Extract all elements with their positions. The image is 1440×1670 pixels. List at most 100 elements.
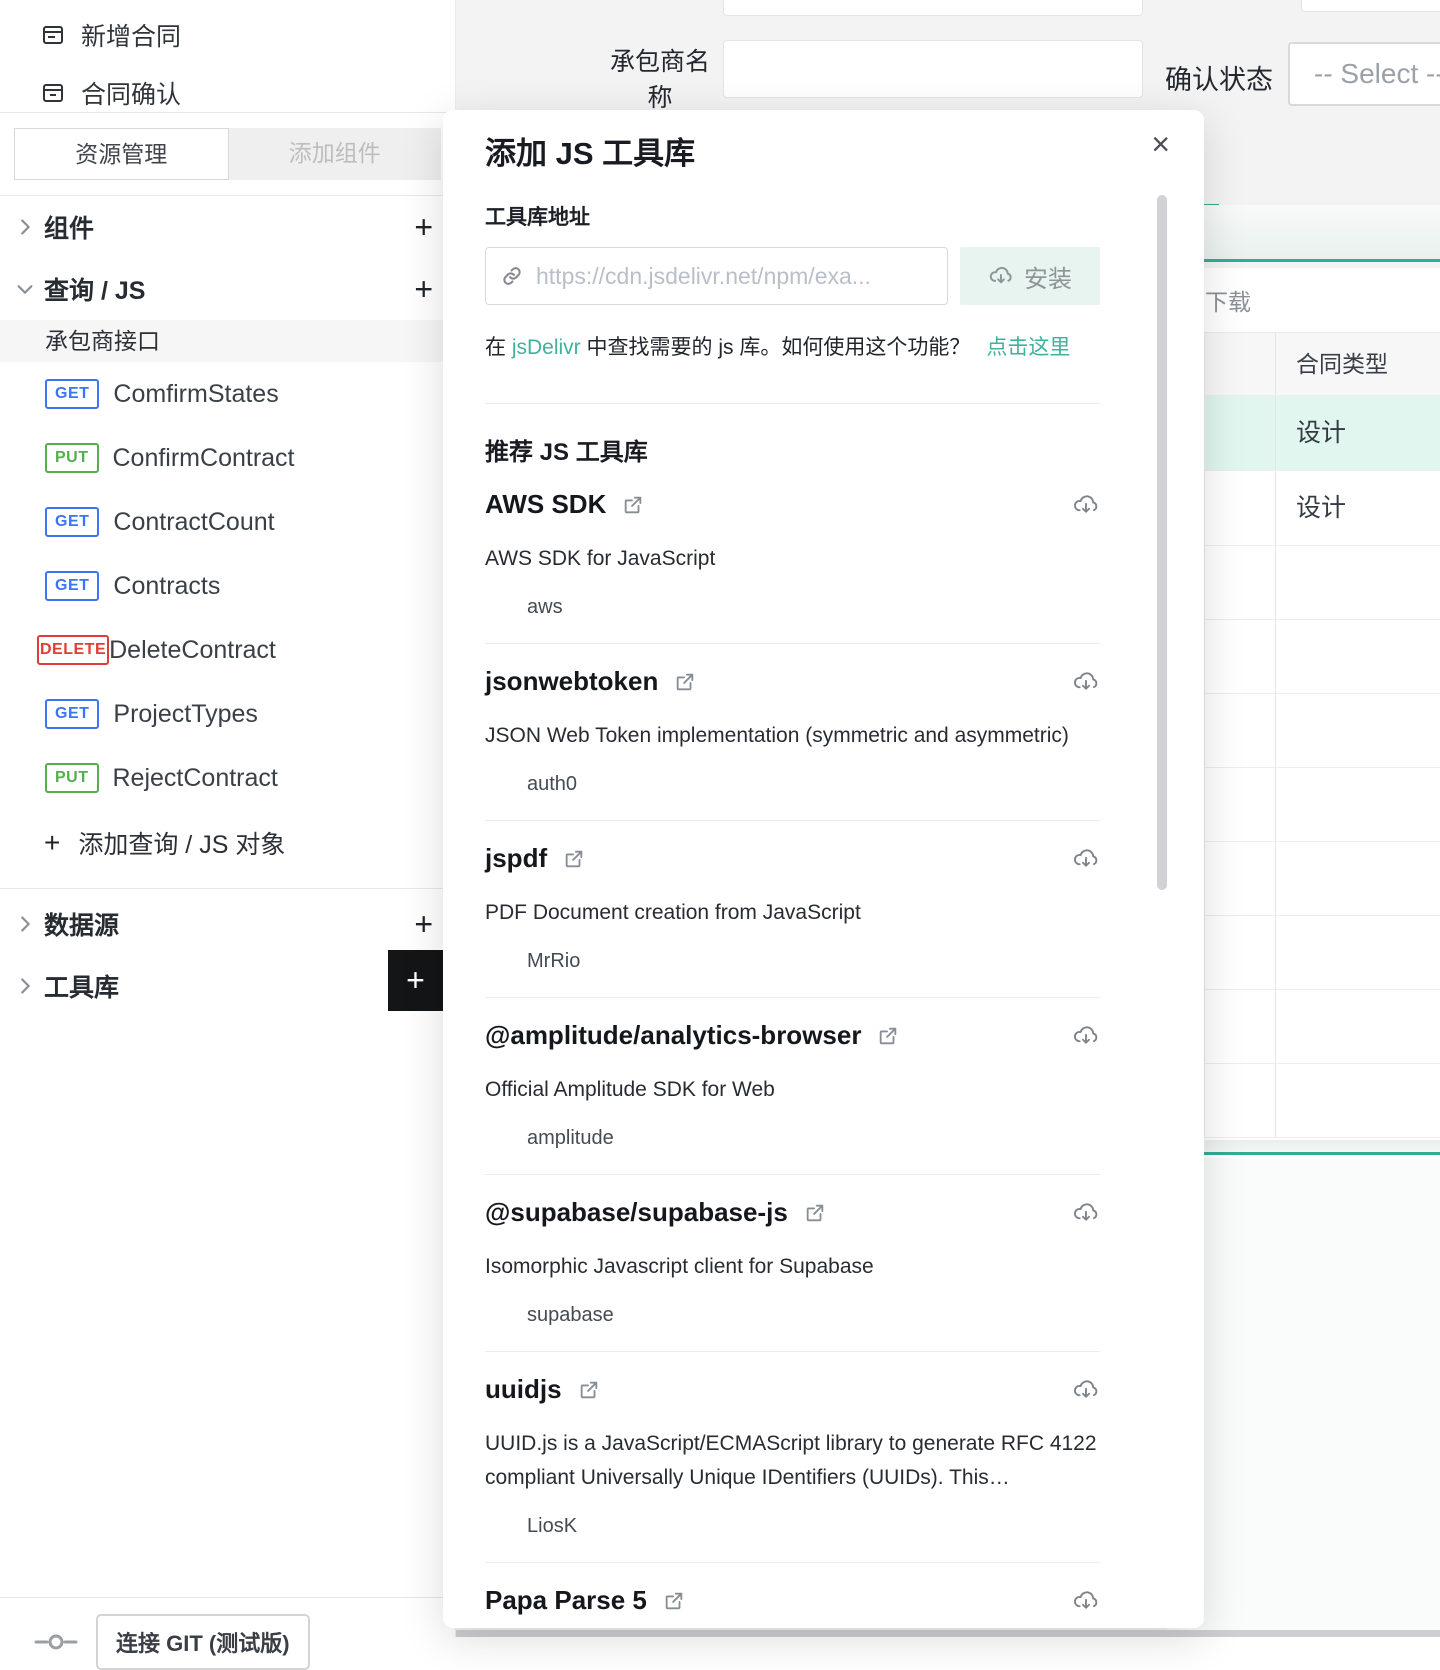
download-library-icon[interactable] <box>1072 668 1100 696</box>
contractor-name-input[interactable] <box>723 40 1143 98</box>
add-query-plus-icon[interactable]: + <box>414 273 433 305</box>
add-datasource-plus-icon[interactable]: + <box>414 908 433 940</box>
library-description: AWS SDK for JavaScript <box>485 547 716 570</box>
external-link-icon[interactable] <box>877 1025 899 1047</box>
method-badge-put: PUT <box>45 763 99 793</box>
tab-add-component[interactable]: 添加组件 <box>229 128 442 180</box>
contractor-name-label: 承包商名称 <box>609 48 710 112</box>
api-name: ProjectTypes <box>113 699 258 728</box>
confirm-state-label: 确认状态 <box>1165 65 1273 95</box>
library-url-label: 工具库地址 <box>485 206 590 229</box>
chevron-right-icon <box>10 913 40 935</box>
table-row[interactable] <box>1205 693 1440 767</box>
table-row[interactable] <box>1205 545 1440 619</box>
library-url-input[interactable]: https://cdn.jsdelivr.net/npm/exa... <box>485 247 948 305</box>
section-label: 数据源 <box>44 912 120 940</box>
api-item[interactable]: DELETE DeleteContract <box>0 618 455 682</box>
api-item[interactable]: GET Contracts <box>0 554 455 618</box>
cloud-download-icon <box>988 263 1014 289</box>
table-header-empty-cell <box>1205 333 1275 395</box>
modal-title: 添加 JS 工具库 <box>485 136 696 171</box>
download-library-icon[interactable] <box>1072 1022 1100 1050</box>
jsdelivr-link[interactable]: jsDelivr <box>512 336 581 359</box>
external-link-icon[interactable] <box>563 848 585 870</box>
external-link-icon[interactable] <box>578 1379 600 1401</box>
add-query-label: 添加查询 / JS 对象 <box>78 831 286 859</box>
window-icon <box>40 23 66 47</box>
library-description: Official Amplitude SDK for Web <box>485 1078 775 1101</box>
menu-item-contract-confirm[interactable]: 合同确认 <box>0 64 455 112</box>
recommended-title: 推荐 JS 工具库 <box>485 439 648 466</box>
download-library-icon[interactable] <box>1072 1376 1100 1404</box>
api-name: Contracts <box>113 571 221 600</box>
library-name: @amplitude/analytics-browser <box>485 1020 862 1050</box>
add-js-library-modal: × 添加 JS 工具库 工具库地址 https://cdn.jsdelivr.n… <box>443 110 1204 1628</box>
tree-section-datasource[interactable]: 数据源 + <box>0 893 455 955</box>
section-label: 查询 / JS <box>44 277 146 305</box>
menu-item-label: 新增合同 <box>81 23 182 51</box>
api-group-contractor-interface[interactable]: 承包商接口 <box>0 320 455 362</box>
add-query-js-object-button[interactable]: + 添加查询 / JS 对象 <box>0 810 455 876</box>
download-library-icon[interactable] <box>1072 491 1100 519</box>
table-row[interactable] <box>1205 767 1440 841</box>
library-description: UUID.js is a JavaScript/ECMAScript libra… <box>485 1432 1097 1489</box>
api-item[interactable]: GET ContractCount <box>0 490 455 554</box>
download-library-icon[interactable] <box>1072 1199 1100 1227</box>
library-name: AWS SDK <box>485 489 607 519</box>
form-input-top-right[interactable] <box>1301 0 1440 12</box>
confirm-state-select[interactable]: -- Select -- <box>1288 42 1440 106</box>
library-author: LiosK <box>527 1515 578 1537</box>
tree-section-query-js[interactable]: 查询 / JS + <box>0 258 455 320</box>
library-description: JSON Web Token implementation (symmetric… <box>485 724 1069 747</box>
download-library-icon[interactable] <box>1072 1587 1100 1615</box>
api-item[interactable]: GET ProjectTypes <box>0 682 455 746</box>
add-library-active-button[interactable]: + <box>388 950 443 1011</box>
api-name: ContractCount <box>113 507 275 536</box>
table-row[interactable] <box>1205 1063 1440 1137</box>
table-row[interactable]: 设计 <box>1205 470 1440 545</box>
modal-scrollbar[interactable] <box>1157 195 1167 890</box>
cell-contract-type: 设计 <box>1275 396 1440 470</box>
click-here-link[interactable]: 点击这里 <box>986 336 1070 359</box>
selected-widget-border-top <box>1204 205 1440 262</box>
plus-icon: + <box>44 827 61 858</box>
sidebar-tabs: 资源管理 添加组件 <box>0 113 455 196</box>
download-library-icon[interactable] <box>1072 845 1100 873</box>
form-input-top[interactable] <box>723 0 1143 16</box>
chevron-right-icon <box>10 216 40 238</box>
table-row[interactable] <box>1205 619 1440 693</box>
table-row[interactable]: 设计 <box>1205 395 1440 470</box>
menu-item-label: 合同确认 <box>81 81 182 109</box>
api-item[interactable]: PUT ConfirmContract <box>0 426 455 490</box>
table-header-row: 合同类型 <box>1205 333 1440 395</box>
library-author: supabase <box>527 1304 614 1326</box>
external-link-icon[interactable] <box>663 1590 685 1612</box>
table-row[interactable] <box>1205 989 1440 1063</box>
section-label: 组件 <box>44 215 95 243</box>
tree-section-components[interactable]: 组件 + <box>0 196 455 258</box>
method-badge-get: GET <box>45 379 100 409</box>
connect-git-button[interactable]: 连接 GIT (测试版) <box>96 1614 310 1670</box>
library-name: uuidjs <box>485 1374 562 1404</box>
table-header-contract-type: 合同类型 <box>1275 333 1440 395</box>
git-branch-icon <box>34 1631 78 1653</box>
close-icon[interactable]: × <box>1151 128 1170 160</box>
api-name: DeleteContract <box>109 635 276 664</box>
menu-item-new-contract[interactable]: 新增合同 <box>0 6 455 64</box>
api-item[interactable]: GET ComfirmStates <box>0 362 455 426</box>
external-link-icon[interactable] <box>804 1202 826 1224</box>
install-label: 安装 <box>1024 265 1072 293</box>
tree-section-library[interactable]: 工具库 + <box>0 955 455 1017</box>
add-component-plus-icon[interactable]: + <box>414 211 433 243</box>
library-entry: jspdf PDF Document creation from JavaScr… <box>485 843 1100 998</box>
api-item[interactable]: PUT RejectContract <box>0 746 455 810</box>
install-button[interactable]: 安装 <box>960 247 1100 305</box>
external-link-icon[interactable] <box>674 671 696 693</box>
tab-resource-management[interactable]: 资源管理 <box>14 128 229 180</box>
library-description: Isomorphic Javascript client for Supabas… <box>485 1255 874 1278</box>
left-sidebar: 新增合同 合同确认 资源管理 添加组件 组件 + 查询 / JS + 承包商接口… <box>0 0 456 1670</box>
library-entry: AWS SDK AWS SDK for JavaScript aws <box>485 489 1100 644</box>
external-link-icon[interactable] <box>622 494 644 516</box>
table-row[interactable] <box>1205 841 1440 915</box>
table-row[interactable] <box>1205 915 1440 989</box>
